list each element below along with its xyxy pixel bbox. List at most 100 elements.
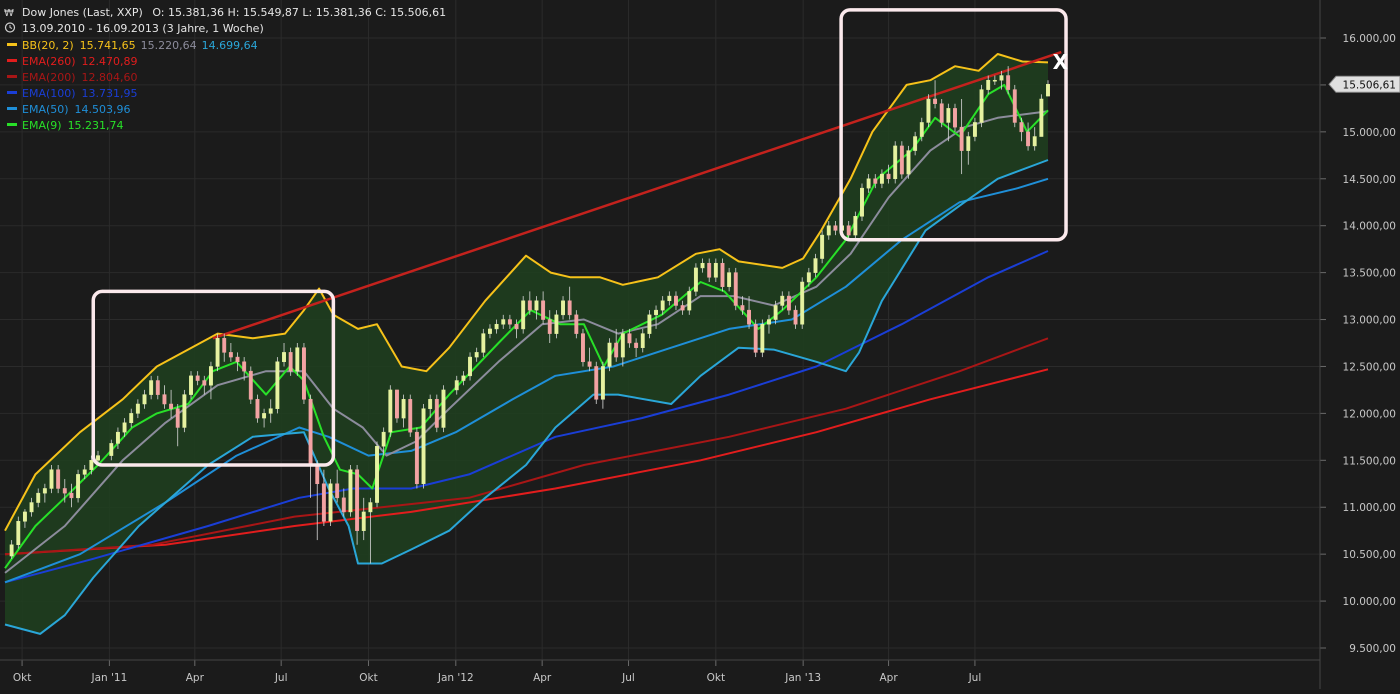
x-tick-label: Apr bbox=[186, 672, 205, 684]
candle bbox=[30, 503, 33, 512]
candle bbox=[528, 301, 531, 310]
candle bbox=[621, 334, 624, 357]
candle bbox=[37, 493, 40, 502]
legend-value: 12.470,89 bbox=[82, 55, 138, 68]
candle bbox=[56, 470, 59, 489]
y-tick-label: 15.000,00 bbox=[1343, 127, 1396, 139]
candle bbox=[827, 226, 830, 235]
candle bbox=[608, 343, 611, 366]
x-tick-label: Jul bbox=[968, 672, 982, 684]
legend-label: BB(20, 2) bbox=[22, 39, 74, 52]
candle bbox=[495, 324, 498, 329]
x-tick-label: Jan '12 bbox=[437, 672, 474, 684]
x-tick-label: Okt bbox=[13, 672, 31, 684]
candle bbox=[980, 90, 983, 123]
candle bbox=[807, 273, 810, 282]
candle bbox=[894, 146, 897, 179]
legend-item: EMA(50)14.503,96 bbox=[22, 103, 131, 116]
candle bbox=[482, 334, 485, 353]
x-tick-label: Okt bbox=[359, 672, 377, 684]
ohlc-values: O: 15.381,36 H: 15.549,87 L: 15.381,36 C… bbox=[152, 6, 446, 19]
candle bbox=[256, 399, 259, 418]
candle bbox=[409, 399, 412, 432]
candle bbox=[249, 371, 252, 399]
legend-value: 14.503,96 bbox=[75, 103, 131, 116]
candle bbox=[375, 446, 378, 502]
candle bbox=[309, 399, 312, 465]
candle bbox=[741, 305, 744, 310]
candle bbox=[116, 432, 119, 443]
legend-value: 12.804,60 bbox=[82, 71, 138, 84]
candle bbox=[688, 291, 691, 310]
legend-item: EMA(9)15.231,74 bbox=[22, 119, 124, 132]
candle bbox=[382, 432, 385, 446]
legend-value-mid: 15.220,64 bbox=[141, 39, 197, 52]
candle bbox=[787, 296, 790, 310]
candle bbox=[781, 296, 784, 305]
candle bbox=[1026, 132, 1029, 146]
candle bbox=[269, 409, 272, 414]
candle bbox=[1006, 76, 1009, 90]
candle bbox=[641, 334, 644, 348]
candle bbox=[953, 108, 956, 127]
candle bbox=[156, 381, 159, 395]
candle bbox=[43, 488, 46, 493]
candle bbox=[747, 310, 750, 324]
candle bbox=[701, 263, 704, 268]
x-tick-label: Jan '11 bbox=[91, 672, 128, 684]
candle bbox=[176, 409, 179, 428]
candle bbox=[389, 390, 392, 432]
legend-label: EMA(100) bbox=[22, 87, 76, 100]
candle bbox=[183, 395, 186, 428]
y-tick-label: 13.500,00 bbox=[1343, 268, 1396, 280]
last-price-value: 15.506,61 bbox=[1343, 79, 1396, 91]
candle bbox=[23, 512, 26, 521]
candle bbox=[820, 235, 823, 258]
candle bbox=[335, 484, 338, 498]
candle bbox=[355, 470, 358, 531]
candle bbox=[369, 503, 372, 512]
candle bbox=[714, 263, 717, 277]
candle bbox=[880, 174, 883, 183]
y-tick-label: 11.000,00 bbox=[1343, 502, 1396, 514]
candle bbox=[502, 320, 505, 325]
candle bbox=[149, 381, 152, 395]
candle bbox=[847, 226, 850, 235]
legend-swatch bbox=[7, 59, 17, 62]
candle bbox=[601, 366, 604, 399]
candle bbox=[940, 104, 943, 123]
y-tick-label: 12.000,00 bbox=[1343, 408, 1396, 420]
candle bbox=[721, 263, 724, 286]
candle bbox=[229, 352, 232, 357]
candle bbox=[143, 395, 146, 404]
candle bbox=[302, 348, 305, 400]
candle bbox=[362, 512, 365, 531]
candle bbox=[296, 348, 299, 371]
period-text: 13.09.2010 - 16.09.2013 (3 Jahre, 1 Woch… bbox=[22, 22, 264, 35]
candle bbox=[468, 357, 471, 376]
candle bbox=[555, 315, 558, 334]
candle bbox=[535, 301, 538, 310]
chart-area: 9.500,0010.000,0010.500,0011.000,0011.50… bbox=[0, 0, 1400, 689]
candle bbox=[767, 320, 770, 325]
candle bbox=[727, 273, 730, 287]
legend-swatch bbox=[7, 75, 17, 78]
candle bbox=[927, 99, 930, 122]
candle bbox=[475, 352, 478, 357]
candle bbox=[654, 310, 657, 315]
candle bbox=[276, 362, 279, 409]
candle bbox=[10, 545, 13, 556]
candle bbox=[415, 432, 418, 484]
candle bbox=[63, 488, 66, 493]
candle bbox=[17, 521, 20, 544]
candle bbox=[814, 259, 817, 273]
x-tick-label: Jan '13 bbox=[784, 672, 821, 684]
candle bbox=[169, 404, 172, 409]
legend-label: EMA(260) bbox=[22, 55, 76, 68]
candle bbox=[581, 334, 584, 362]
candle bbox=[614, 343, 617, 357]
candle bbox=[920, 122, 923, 136]
candle bbox=[668, 296, 671, 301]
candle bbox=[681, 305, 684, 310]
x-tick-label: Apr bbox=[879, 672, 898, 684]
